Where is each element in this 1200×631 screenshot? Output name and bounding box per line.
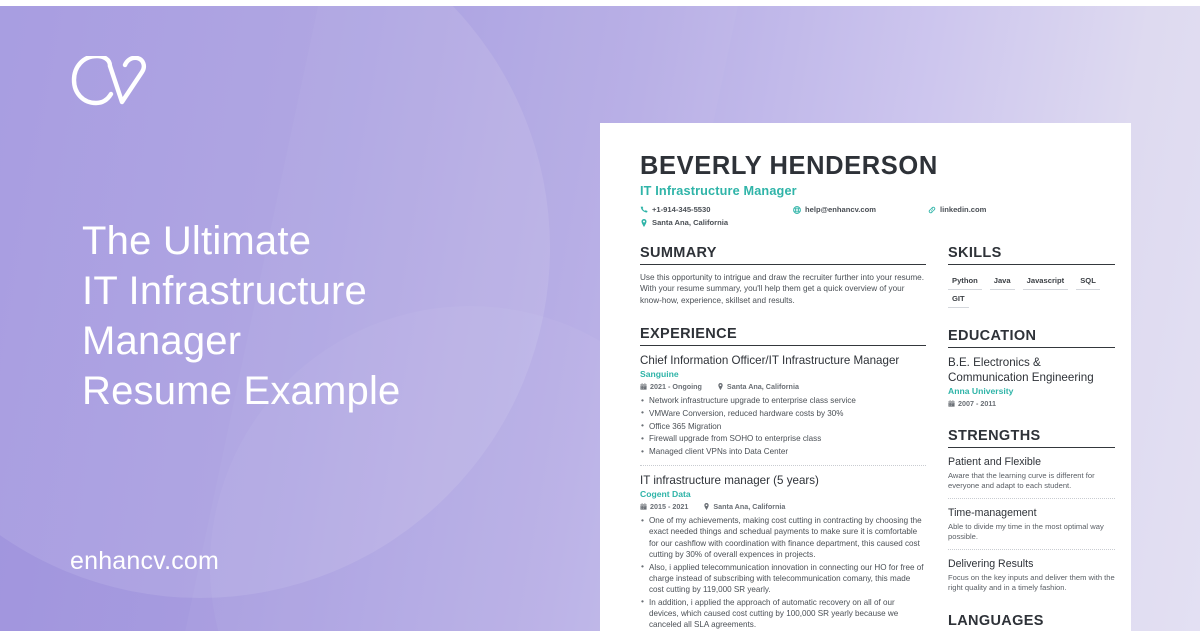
contact-link-label: linkedin.com: [940, 205, 987, 214]
location-pin-icon: [640, 218, 648, 227]
experience-location: Santa Ana, California: [726, 382, 799, 392]
experience-bullet: Managed client VPNs into Data Center: [640, 446, 926, 457]
strength-title: Patient and Flexible: [948, 456, 1042, 469]
contact-phone: +1-914-345-5530: [640, 205, 710, 214]
site-url-label: enhancv.com: [70, 547, 220, 575]
headline-line-4: Resume Example: [82, 369, 401, 413]
section-heading-languages: LANGUAGES: [948, 613, 1115, 631]
link-icon: [928, 206, 936, 214]
section-heading-education: EDUCATION: [948, 328, 1115, 348]
headline-line-3: Manager: [82, 319, 242, 363]
calendar-icon: [948, 400, 955, 407]
summary-text: Use this opportunity to intrigue and dra…: [640, 273, 924, 305]
contact-email-label: help@enhancv.com: [805, 205, 876, 214]
experience-title: IT infrastructure manager (5 years): [640, 474, 819, 488]
experience-bullet: Also, i applied telecommunication innova…: [640, 561, 926, 596]
strength-item: Patient and Flexible Aware that the lear…: [948, 456, 1115, 491]
strength-item: Delivering Results Focus on the key inpu…: [948, 558, 1115, 593]
strength-description: Able to divide my time in the most optim…: [948, 522, 1104, 542]
experience-title: Chief Information Officer/IT Infrastruct…: [640, 354, 900, 368]
section-heading-summary: SUMMARY: [640, 245, 926, 265]
resume-card: BEVERLY HENDERSON IT Infrastructure Mana…: [600, 123, 1131, 631]
skill-tag: GIT: [948, 292, 969, 308]
experience-bullet: In addition, i applied the approach of a…: [640, 596, 926, 631]
section-heading-skills: SKILLS: [948, 245, 1115, 265]
experience-item: IT infrastructure manager (5 years) Coge…: [640, 474, 926, 631]
headline-line-1: The Ultimate: [82, 219, 312, 263]
resume-main-column: SUMMARY Use this opportunity to intrigue…: [640, 245, 926, 631]
calendar-icon: [640, 383, 647, 390]
skill-tag: SQL: [1076, 274, 1100, 290]
contact-location: Santa Ana, California: [640, 218, 728, 227]
resume-columns: SUMMARY Use this opportunity to intrigue…: [640, 245, 1115, 631]
skills-tag-list: Python Java Javascript SQL GIT: [948, 274, 1115, 308]
experience-item: Chief Information Officer/IT Infrastruct…: [640, 354, 926, 457]
skill-tag: Python: [948, 274, 982, 290]
resume-job-title: IT Infrastructure Manager: [640, 184, 797, 198]
contact-location-label: Santa Ana, California: [652, 218, 729, 227]
strength-item: Time-management Able to divide my time i…: [948, 507, 1115, 542]
resume-side-column: SKILLS Python Java Javascript SQL GIT ED…: [948, 245, 1115, 631]
experience-bullets: Network infrastructure upgrade to enterp…: [640, 395, 926, 457]
enhancv-cv-logo-icon: [70, 53, 148, 108]
page-root: The Ultimate IT Infrastructure Manager R…: [0, 0, 1200, 631]
experience-dates: 2021 - Ongoing: [650, 382, 702, 392]
experience-bullet: Firewall upgrade from SOHO to enterprise…: [640, 433, 926, 444]
contact-link[interactable]: linkedin.com: [928, 205, 986, 214]
experience-bullet: Office 365 Migration: [640, 420, 926, 432]
strength-description: Focus on the key inputs and deliver them…: [948, 573, 1115, 593]
resume-name: BEVERLY HENDERSON: [640, 152, 938, 180]
strength-title: Delivering Results: [948, 558, 1034, 571]
experience-bullet: One of my achievements, making cost cutt…: [640, 515, 926, 560]
location-pin-icon: [703, 503, 710, 511]
education-dates: 2007 - 2011: [958, 399, 996, 409]
divider: [640, 465, 926, 467]
calendar-icon: [640, 503, 647, 510]
experience-meta: 2021 - Ongoing Santa Ana, California: [640, 382, 926, 391]
education-item: B.E. Electronics & Communication Enginee…: [948, 356, 1115, 408]
experience-bullets: One of my achievements, making cost cutt…: [640, 515, 926, 631]
strength-description: Aware that the learning curve is differe…: [948, 471, 1095, 491]
contact-row: +1-914-345-5530 Santa Ana, California he…: [640, 205, 1105, 235]
experience-bullet: VMWare Conversion, reduced hardware cost…: [640, 407, 926, 419]
experience-company: Sanguine: [640, 369, 679, 380]
education-degree: B.E. Electronics & Communication Enginee…: [948, 356, 1094, 384]
experience-bullet: Network infrastructure upgrade to enterp…: [640, 395, 926, 406]
skill-tag: Java: [989, 274, 1015, 290]
section-heading-experience: EXPERIENCE: [640, 326, 926, 347]
experience-location: Santa Ana, California: [713, 502, 786, 512]
globe-icon: [793, 205, 801, 214]
location-pin-icon: [717, 383, 724, 391]
skill-tag: Javascript: [1022, 274, 1069, 290]
education-university: Anna University: [948, 386, 1014, 397]
contact-phone-label: +1-914-345-5530: [652, 205, 711, 214]
contact-email[interactable]: help@enhancv.com: [793, 205, 876, 214]
divider: [948, 549, 1115, 551]
education-meta: 2007 - 2011: [948, 399, 1115, 408]
experience-meta: 2015 - 2021 Santa Ana, California: [640, 502, 926, 511]
headline: The Ultimate IT Infrastructure Manager R…: [82, 216, 552, 416]
strength-title: Time-management: [948, 507, 1037, 520]
phone-icon: [640, 206, 648, 214]
headline-line-2: IT Infrastructure: [82, 269, 367, 313]
experience-company: Cogent Data: [640, 489, 691, 500]
divider: [948, 498, 1115, 500]
experience-dates: 2015 - 2021: [650, 502, 689, 512]
section-heading-strengths: STRENGTHS: [948, 428, 1115, 449]
